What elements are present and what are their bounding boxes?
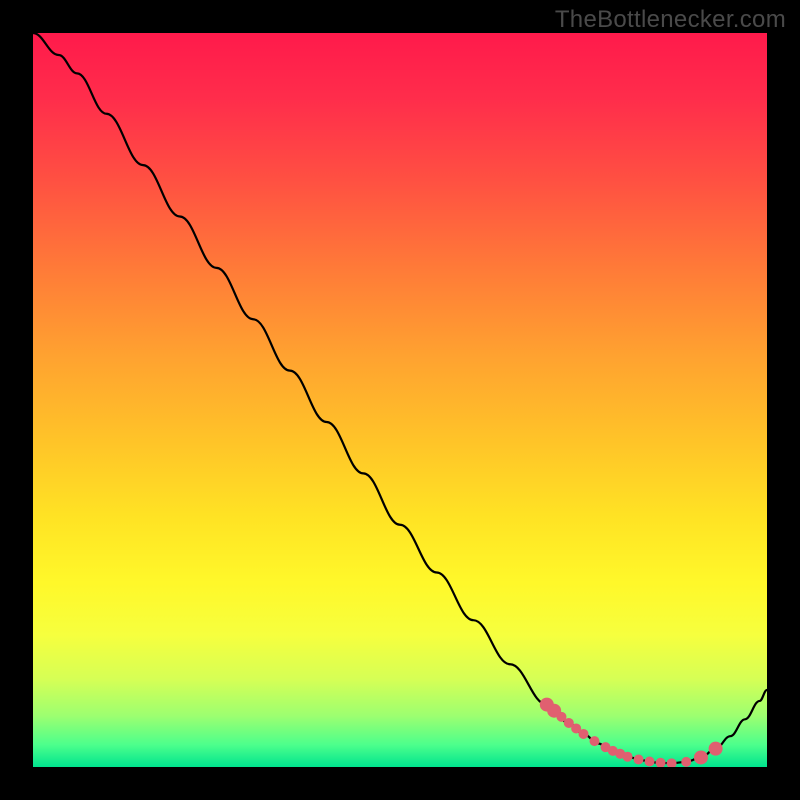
curve-marker bbox=[656, 758, 666, 767]
curve-marker bbox=[623, 752, 633, 762]
marker-group bbox=[540, 698, 723, 767]
curve-marker bbox=[681, 757, 691, 767]
watermark-text: TheBottlenecker.com bbox=[555, 6, 786, 34]
curve-marker bbox=[709, 742, 723, 756]
curve-marker bbox=[579, 729, 589, 739]
curve-marker bbox=[667, 758, 677, 767]
plot-area bbox=[33, 33, 767, 767]
curve-marker bbox=[590, 736, 600, 746]
bottleneck-curve bbox=[33, 33, 767, 763]
curve-marker bbox=[634, 754, 644, 764]
curve-marker bbox=[645, 757, 655, 767]
chart-frame: TheBottlenecker.com bbox=[0, 0, 800, 800]
curve-svg bbox=[33, 33, 767, 767]
curve-marker bbox=[694, 750, 708, 764]
